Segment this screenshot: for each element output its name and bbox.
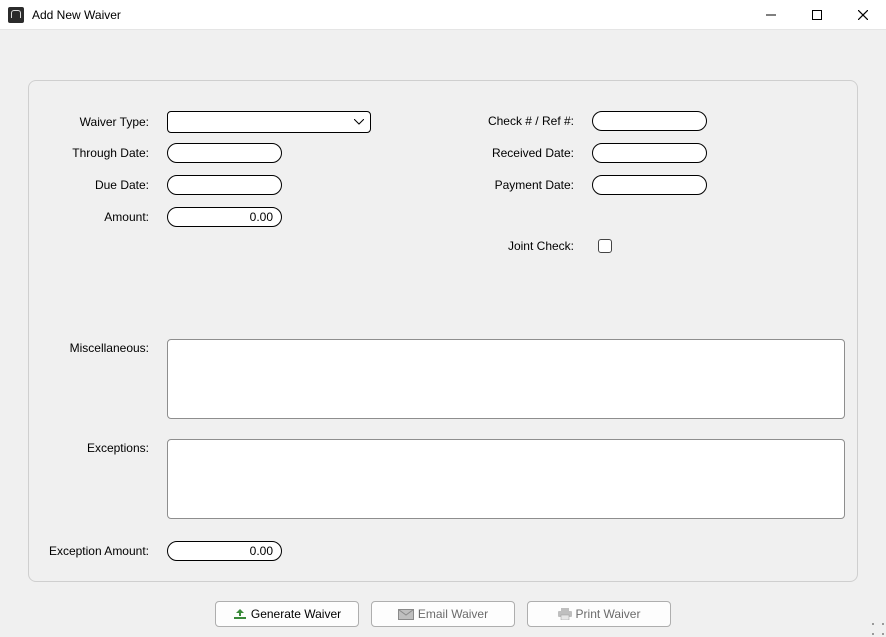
- due-date-input[interactable]: [167, 175, 282, 195]
- payment-date-label: Payment Date:: [429, 178, 574, 192]
- titlebar: Add New Waiver: [0, 0, 886, 30]
- form-panel: Waiver Type: Through Date: Due Date: Amo…: [28, 80, 858, 582]
- printer-icon: [558, 608, 572, 620]
- minimize-button[interactable]: [748, 0, 794, 30]
- exceptions-label: Exceptions:: [29, 439, 149, 455]
- waiver-type-select[interactable]: [167, 111, 371, 133]
- received-date-input[interactable]: [592, 143, 707, 163]
- amount-label: Amount:: [29, 210, 149, 224]
- check-ref-input[interactable]: [592, 111, 707, 131]
- payment-date-input[interactable]: [592, 175, 707, 195]
- amount-input[interactable]: [167, 207, 282, 227]
- upload-icon: [233, 608, 247, 620]
- generate-waiver-button[interactable]: Generate Waiver: [215, 601, 359, 627]
- due-date-label: Due Date:: [29, 178, 149, 192]
- email-waiver-button[interactable]: Email Waiver: [371, 601, 515, 627]
- joint-check-checkbox[interactable]: [598, 239, 612, 253]
- print-waiver-button[interactable]: Print Waiver: [527, 601, 671, 627]
- exception-amount-label: Exception Amount:: [29, 544, 149, 558]
- generate-waiver-label: Generate Waiver: [251, 607, 341, 621]
- window-title: Add New Waiver: [32, 8, 121, 22]
- waiver-type-label: Waiver Type:: [29, 115, 149, 129]
- maximize-icon: [812, 10, 822, 20]
- exception-amount-input[interactable]: [167, 541, 282, 561]
- button-bar: Generate Waiver Email Waiver Print Waive…: [0, 601, 886, 627]
- close-icon: [858, 10, 868, 20]
- through-date-label: Through Date:: [29, 146, 149, 160]
- content-area: Waiver Type: Through Date: Due Date: Amo…: [0, 30, 886, 637]
- resize-grip[interactable]: [872, 623, 884, 635]
- joint-check-label: Joint Check:: [429, 239, 574, 253]
- email-waiver-label: Email Waiver: [418, 607, 488, 621]
- miscellaneous-label: Miscellaneous:: [29, 339, 149, 355]
- miscellaneous-input[interactable]: [167, 339, 845, 419]
- check-ref-label: Check # / Ref #:: [429, 114, 574, 128]
- through-date-input[interactable]: [167, 143, 282, 163]
- exceptions-input[interactable]: [167, 439, 845, 519]
- envelope-icon: [398, 609, 414, 620]
- minimize-icon: [766, 10, 776, 20]
- received-date-label: Received Date:: [429, 146, 574, 160]
- print-waiver-label: Print Waiver: [576, 607, 641, 621]
- close-button[interactable]: [840, 0, 886, 30]
- maximize-button[interactable]: [794, 0, 840, 30]
- app-icon: [8, 7, 24, 23]
